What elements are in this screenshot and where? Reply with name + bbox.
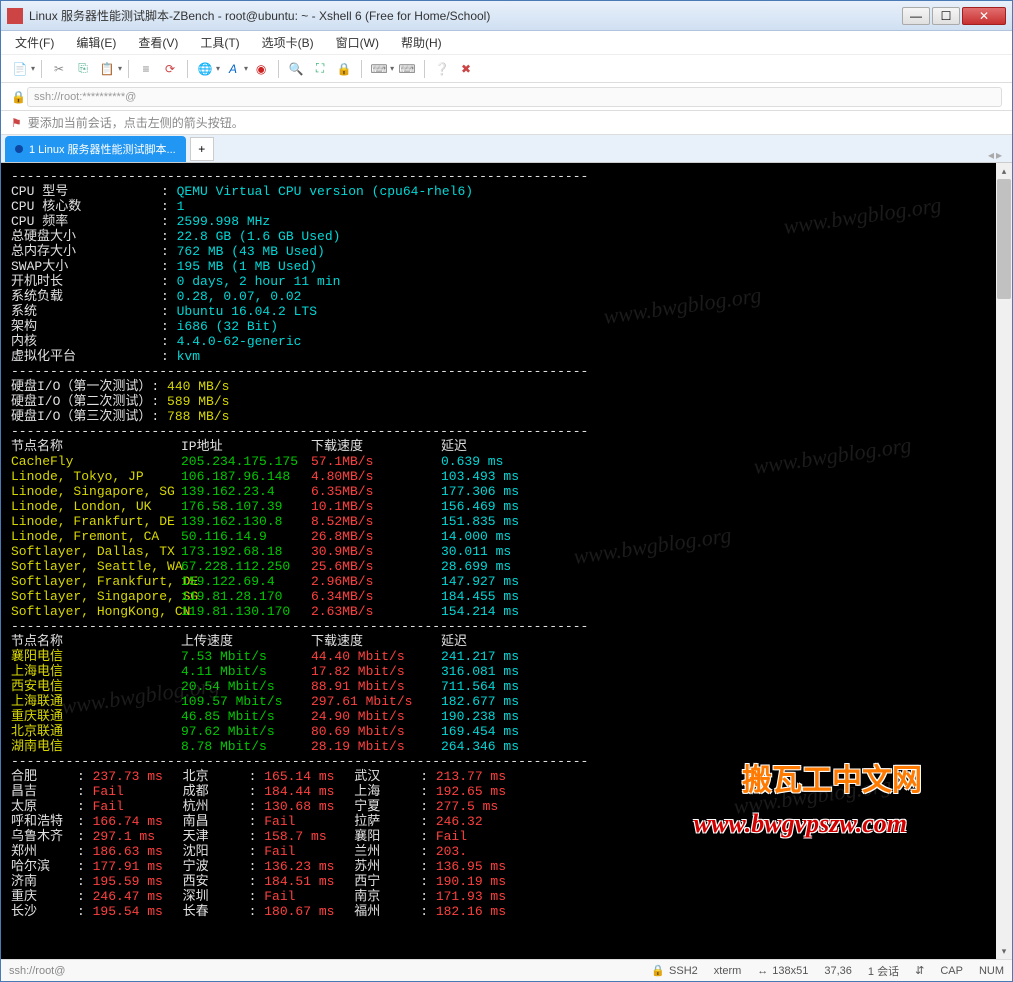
separator [424,60,425,78]
lock-button[interactable]: 🔒 [333,58,355,80]
tabbar: 1 Linux 服务器性能测试脚本... + ◂ ▸ [1,135,1012,163]
copy-button[interactable]: ⎘ [72,58,94,80]
separator [187,60,188,78]
status-protocol: 🔒SSH2 [651,964,697,977]
app-icon [7,8,23,24]
dropdown-icon[interactable]: ▾ [390,64,394,73]
overlay-brand: 搬瓦工中文网 [742,755,922,799]
tab-session-1[interactable]: 1 Linux 服务器性能测试脚本... [5,136,186,162]
close-button[interactable]: ✕ [962,7,1006,25]
menubar: 文件(F) 编辑(E) 查看(V) 工具(T) 选项卡(B) 窗口(W) 帮助(… [1,31,1012,55]
status-num: NUM [979,965,1004,977]
status-term: xterm [714,965,742,977]
dropdown-icon[interactable]: ▾ [216,64,220,73]
close-session-button[interactable]: ✖ [455,58,477,80]
properties-button[interactable]: ≡ [135,58,157,80]
menu-help[interactable]: 帮助(H) [397,32,446,53]
cut-button[interactable]: ✂ [48,58,70,80]
address-input[interactable] [27,87,1002,107]
app-window: Linux 服务器性能测试脚本-ZBench - root@ubuntu: ~ … [0,0,1013,982]
toolbar: 📄▾ ✂ ⎘ 📋▾ ≡ ⟳ 🌐▾ A▾ ◉ 🔍 ⛶ 🔒 ⌨▾ ⌨ ❔ ✖ [1,55,1012,83]
tab-nav: ◂ ▸ [988,148,1002,162]
hint-bar: ⚑ 要添加当前会话，点击左侧的箭头按钮。 [1,111,1012,135]
font-button[interactable]: A [222,58,244,80]
tab-prev-icon[interactable]: ◂ [988,148,994,162]
window-title: Linux 服务器性能测试脚本-ZBench - root@ubuntu: ~ … [29,7,902,24]
help-button[interactable]: ❔ [431,58,453,80]
dropdown-icon[interactable]: ▾ [118,64,122,73]
tab-label: 1 Linux 服务器性能测试脚本... [29,141,176,157]
separator [278,60,279,78]
titlebar[interactable]: Linux 服务器性能测试脚本-ZBench - root@ubuntu: ~ … [1,1,1012,31]
dropdown-icon[interactable]: ▾ [31,64,35,73]
minimize-button[interactable]: — [902,7,930,25]
menu-tab[interactable]: 选项卡(B) [258,32,318,53]
separator [41,60,42,78]
find-button[interactable]: 🔍 [285,58,307,80]
hint-text: 要添加当前会话，点击左侧的箭头按钮。 [28,114,244,131]
separator [128,60,129,78]
scrollbar[interactable]: ▴ ▾ [996,163,1012,959]
scrollbar-thumb[interactable] [997,179,1011,299]
globe-button[interactable]: 🌐 [194,58,216,80]
addressbar: 🔒 [1,83,1012,111]
paste-button[interactable]: 📋 [96,58,118,80]
dropdown-icon[interactable]: ▾ [244,64,248,73]
status-cursor: 37,36 [824,965,852,977]
reconnect-button[interactable]: ⟳ [159,58,181,80]
new-session-button[interactable]: 📄 [9,58,31,80]
window-controls: — ☐ ✕ [902,7,1006,25]
menu-view[interactable]: 查看(V) [134,32,182,53]
separator [361,60,362,78]
keymap-button[interactable]: ⌨ [396,58,418,80]
flag-icon: ⚑ [11,116,22,130]
menu-tools[interactable]: 工具(T) [196,32,243,53]
scroll-up-icon[interactable]: ▴ [996,163,1012,179]
terminal-output[interactable]: ----------------------------------------… [1,163,1012,959]
maximize-button[interactable]: ☐ [932,7,960,25]
status-cap: CAP [940,965,963,977]
lock-icon: 🔒 [11,90,26,104]
terminal-pane[interactable]: ----------------------------------------… [1,163,1012,959]
menu-window[interactable]: 窗口(W) [332,32,383,53]
record-button[interactable]: ◉ [250,58,272,80]
status-updown-icon[interactable]: ⇵ [915,964,924,977]
tab-next-icon[interactable]: ▸ [996,148,1002,162]
overlay-url: www.bwgvpszw.com [694,809,907,839]
fullscreen-button[interactable]: ⛶ [309,58,331,80]
scroll-down-icon[interactable]: ▾ [996,943,1012,959]
keyboard-button[interactable]: ⌨ [368,58,390,80]
menu-file[interactable]: 文件(F) [11,32,58,53]
statusbar: ssh://root@ 🔒SSH2 xterm ↔138x51 37,36 1 … [1,959,1012,981]
status-sessions: 1 会话 [868,963,899,979]
tab-indicator-icon [15,145,23,153]
status-size: ↔138x51 [757,965,808,977]
new-tab-button[interactable]: + [190,137,214,161]
menu-edit[interactable]: 编辑(E) [72,32,120,53]
status-connection: ssh://root@ [9,965,635,977]
